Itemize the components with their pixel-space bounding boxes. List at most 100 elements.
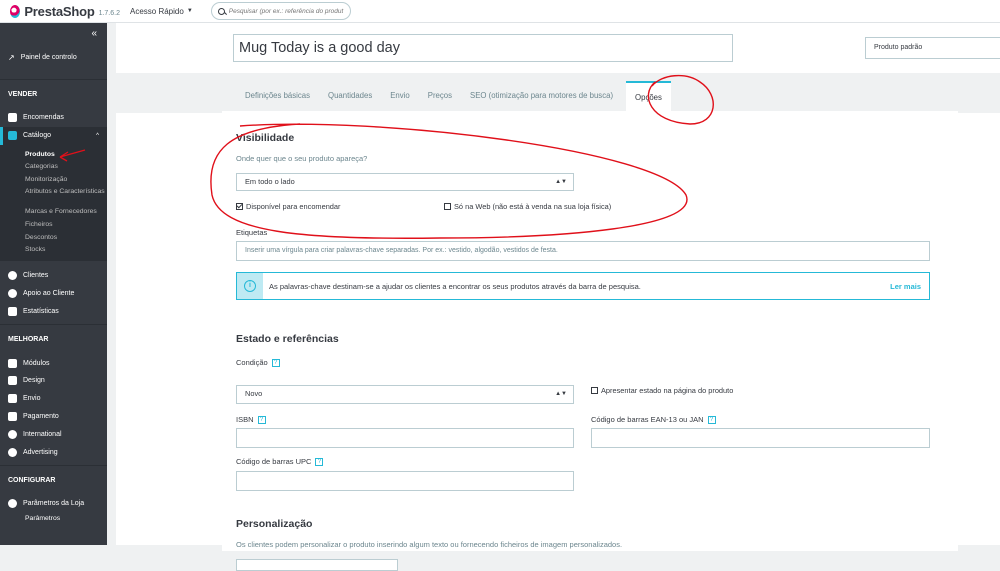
condition-select-value: Novo (245, 389, 263, 398)
condition-select[interactable]: Novo ▲▼ (236, 385, 574, 404)
puzzle-icon (8, 358, 17, 368)
available-for-order-label: Disponível para encomendar (246, 202, 341, 211)
sidebar-item-label: Encomendas (23, 114, 64, 122)
sidebar-sub-brands[interactable]: Marcas e Fornecedores (0, 206, 107, 219)
search-icon[interactable] (217, 7, 225, 15)
upc-label: Código de barras UPC? (236, 457, 324, 467)
ean-label-text: Código de barras EAN-13 ou JAN (591, 415, 704, 424)
chat-icon (8, 288, 17, 298)
help-icon[interactable]: ? (315, 458, 324, 467)
add-customization-button[interactable] (236, 559, 398, 571)
isbn-input[interactable] (236, 428, 574, 448)
chevron-up-icon: ^ (96, 132, 99, 139)
upc-input[interactable] (236, 471, 574, 491)
ean-input[interactable] (591, 428, 930, 448)
sidebar-item-label: Design (23, 377, 45, 385)
gear-icon (8, 499, 17, 509)
sidebar-item-label: Envio (23, 395, 41, 403)
sidebar-item-label: Advertising (23, 448, 58, 456)
sidebar-item-label: International (23, 430, 62, 438)
help-icon[interactable]: ? (707, 416, 716, 425)
show-condition-checkbox[interactable]: Apresentar estado na página do produto (591, 386, 733, 395)
sidebar-sub-discounts[interactable]: Descontos (0, 231, 107, 245)
sidebar-item-support[interactable]: Apoio ao Cliente (0, 285, 107, 303)
caret-down-icon: ▼ (186, 8, 193, 14)
quick-access-dropdown[interactable]: Acesso Rápido ▼ (130, 7, 193, 16)
sidebar-sub-monitoring[interactable]: Monitorização (0, 173, 107, 187)
tags-input[interactable]: Inserir uma vírgula para criar palavras-… (236, 241, 930, 261)
online-only-checkbox[interactable]: Só na Web (não está à venda na sua loja … (444, 202, 611, 211)
sidebar-item-shipping[interactable]: Envio (0, 390, 107, 408)
sidebar-sub-categories[interactable]: Categorias (0, 161, 107, 174)
visibility-help: Onde quer que o seu produto apareça? (236, 154, 368, 163)
sidebar: « ↗ Painel de controlo VENDER Encomendas… (0, 23, 107, 545)
visibility-select[interactable]: Em todo o lado ▲▼ (236, 173, 574, 191)
search-input[interactable] (228, 7, 349, 15)
sidebar-sub-files[interactable]: Ficheiros (0, 218, 107, 232)
upc-label-text: Código de barras UPC (236, 457, 312, 466)
sidebar-item-label: Painel de controlo (20, 53, 77, 61)
top-bar: PrestaShop 1.7.6.2 Acesso Rápido ▼ (0, 0, 1000, 23)
tags-label: Etiquetas (236, 228, 268, 237)
sidebar-item-catalog[interactable]: Catálogo ^ (0, 126, 107, 145)
checkbox-empty-icon (591, 387, 598, 394)
sidebar-item-label: Catálogo (23, 132, 52, 140)
section-sell: VENDER (0, 79, 107, 109)
help-icon[interactable]: ? (257, 416, 266, 425)
section-configure: CONFIGURAR (0, 464, 107, 495)
sidebar-item-shop-parameters[interactable]: Parâmetros da Loja (0, 495, 107, 513)
sidebar-item-customers[interactable]: Clientes (0, 267, 107, 285)
sidebar-item-label: Clientes (23, 272, 49, 280)
select-arrows-icon: ▲▼ (555, 391, 567, 397)
visibility-title: Visibilidade (236, 132, 295, 144)
quick-access-label: Acesso Rápido (130, 6, 184, 16)
condition-label: Condição? (236, 358, 280, 368)
sidebar-item-label: Parâmetros da Loja (23, 500, 85, 508)
select-arrows-icon: ▲▼ (555, 179, 567, 185)
info-icon: i (237, 273, 263, 299)
checkbox-empty-icon (444, 203, 451, 210)
sidebar-item-dashboard[interactable]: ↗ Painel de controlo (0, 45, 107, 69)
help-icon[interactable]: ? (271, 359, 280, 368)
sidebar-item-modules[interactable]: Módulos (0, 354, 107, 372)
sidebar-sub-attributes[interactable]: Atributos e Características (0, 186, 107, 207)
credit-card-icon (8, 411, 17, 421)
collapse-sidebar-icon[interactable]: « (0, 23, 107, 45)
tags-info-alert: i As palavras-chave destinam-se a ajudar… (236, 272, 930, 300)
sidebar-item-label: Apoio ao Cliente (23, 289, 75, 297)
sidebar-sub-stocks[interactable]: Stocks (0, 244, 107, 257)
user-icon (8, 271, 17, 281)
cart-icon (8, 113, 17, 123)
state-title: Estado e referências (236, 333, 339, 345)
checkbox-checked-icon (236, 203, 243, 210)
alert-text: As palavras-chave destinam-se a ajudar o… (269, 281, 641, 291)
sidebar-item-international[interactable]: International (0, 425, 107, 443)
target-icon (8, 447, 17, 457)
logo-text: PrestaShop (24, 3, 95, 19)
search-box[interactable] (210, 2, 351, 20)
isbn-label: ISBN? (236, 415, 266, 425)
customization-title: Personalização (236, 518, 313, 530)
sidebar-item-design[interactable]: Design (0, 372, 107, 390)
sidebar-item-payment[interactable]: Pagamento (0, 408, 107, 426)
sidebar-item-orders[interactable]: Encomendas (0, 109, 107, 127)
condition-label-text: Condição (236, 358, 268, 367)
sidebar-sub-parameters[interactable]: Parâmetros (0, 513, 107, 526)
sidebar-sub-products[interactable]: Produtos (0, 148, 107, 162)
sidebar-item-advertising[interactable]: Advertising (0, 443, 107, 461)
product-name-input[interactable] (233, 34, 733, 62)
sidebar-item-label: Módulos (23, 359, 50, 367)
sidebar-item-label: Pagamento (23, 412, 59, 420)
product-header: Produto padrão (116, 23, 1000, 73)
prestashop-logo-icon (10, 4, 21, 18)
sidebar-item-stats[interactable]: Estatísticas (0, 302, 107, 320)
online-only-label: Só na Web (não está à venda na sua loja … (454, 202, 612, 211)
product-type-select[interactable]: Produto padrão (865, 37, 1000, 59)
read-more-link[interactable]: Ler mais (890, 282, 921, 291)
main-content: Produto padrão Definições básicas Quanti… (116, 23, 1000, 571)
prestashop-logo[interactable]: PrestaShop 1.7.6.2 (10, 4, 120, 19)
globe-icon (8, 429, 17, 439)
section-improve: MELHORAR (0, 324, 107, 354)
isbn-label-text: ISBN (236, 415, 254, 424)
available-for-order-checkbox[interactable]: Disponível para encomendar (236, 202, 341, 211)
